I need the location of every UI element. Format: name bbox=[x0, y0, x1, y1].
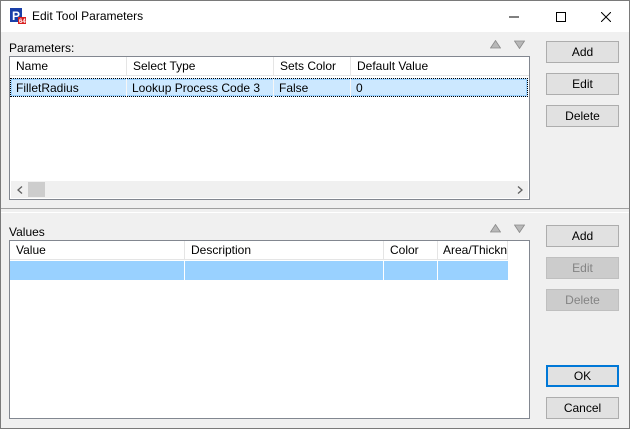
ok-button[interactable]: OK bbox=[546, 365, 619, 387]
maximize-icon bbox=[556, 11, 566, 22]
minimize-button[interactable] bbox=[491, 1, 537, 32]
edit-tool-parameters-window: P 64 Edit Tool Parameters Parameters: Na… bbox=[0, 0, 630, 429]
cell-color bbox=[384, 261, 438, 280]
minimize-icon bbox=[509, 16, 519, 17]
values-add-button[interactable]: Add bbox=[546, 225, 619, 247]
close-icon bbox=[601, 11, 611, 22]
parameters-delete-button[interactable]: Delete bbox=[546, 105, 619, 127]
parameters-grid[interactable]: Name Select Type Sets Color Default Valu… bbox=[9, 56, 530, 200]
values-delete-button[interactable]: Delete bbox=[546, 289, 619, 311]
horizontal-scrollbar[interactable] bbox=[11, 181, 528, 198]
column-header-description[interactable]: Description bbox=[185, 241, 384, 260]
cell-area-thickness bbox=[438, 261, 508, 280]
column-header-area-thickness[interactable]: Area/Thickness bbox=[438, 241, 508, 260]
cell-default-value: 0 bbox=[356, 81, 363, 95]
cell-name: FilletRadius bbox=[11, 79, 127, 98]
column-header-default-value[interactable]: Default Value bbox=[351, 57, 529, 76]
table-row[interactable]: FilletRadius Lookup Process Code 3 False… bbox=[10, 78, 528, 98]
column-header-name[interactable]: Name bbox=[10, 57, 127, 76]
scroll-left-button[interactable] bbox=[11, 181, 28, 198]
cell-description bbox=[185, 261, 384, 280]
chevron-left-icon bbox=[16, 185, 22, 194]
pane-splitter[interactable] bbox=[1, 208, 629, 213]
table-row[interactable] bbox=[10, 261, 508, 280]
parameters-label: Parameters: bbox=[9, 41, 75, 55]
maximize-button[interactable] bbox=[538, 1, 584, 32]
column-header-value[interactable]: Value bbox=[10, 241, 185, 260]
values-grid[interactable]: Value Description Color Area/Thickness bbox=[9, 240, 530, 419]
values-label: Values bbox=[9, 225, 45, 239]
cell-sets-color: False bbox=[274, 79, 351, 98]
svg-text:64: 64 bbox=[19, 19, 26, 25]
column-header-color[interactable]: Color bbox=[384, 241, 438, 260]
cell-value bbox=[10, 261, 185, 280]
column-header-sets-color[interactable]: Sets Color bbox=[274, 57, 351, 76]
window-title: Edit Tool Parameters bbox=[32, 9, 144, 23]
title-bar[interactable]: P 64 Edit Tool Parameters bbox=[1, 1, 629, 32]
values-edit-button[interactable]: Edit bbox=[546, 257, 619, 279]
move-up-icon[interactable] bbox=[490, 224, 501, 233]
chevron-right-icon bbox=[517, 185, 523, 194]
scrollbar-thumb[interactable] bbox=[28, 182, 45, 197]
app-logo-icon: P 64 bbox=[10, 8, 26, 25]
cancel-button[interactable]: Cancel bbox=[546, 397, 619, 419]
move-up-icon[interactable] bbox=[490, 40, 501, 49]
move-down-icon[interactable] bbox=[514, 224, 525, 233]
column-header-select-type[interactable]: Select Type bbox=[127, 57, 274, 76]
parameters-edit-button[interactable]: Edit bbox=[546, 73, 619, 95]
move-down-icon[interactable] bbox=[514, 40, 525, 49]
parameters-add-button[interactable]: Add bbox=[546, 41, 619, 63]
scroll-right-button[interactable] bbox=[511, 181, 528, 198]
close-button[interactable] bbox=[583, 1, 629, 32]
cell-select-type: Lookup Process Code 3 bbox=[127, 79, 274, 98]
